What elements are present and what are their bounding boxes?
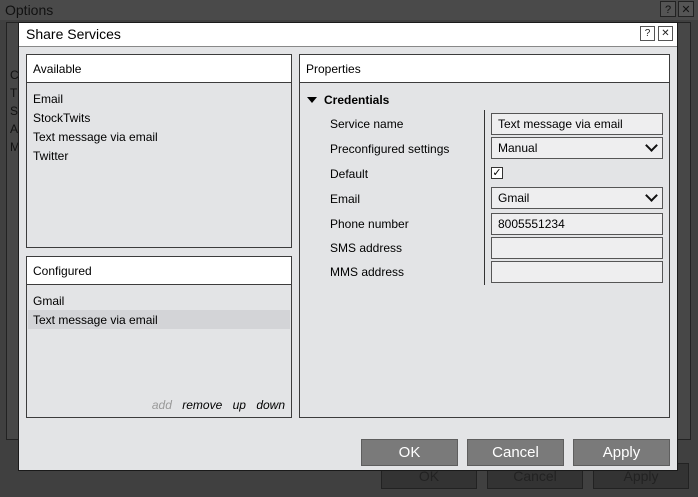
available-header-label: Available xyxy=(33,62,82,76)
configured-header-label: Configured xyxy=(33,264,92,278)
options-side-letter: A xyxy=(10,122,19,136)
list-item-stocktwits[interactable]: StockTwits xyxy=(33,111,90,125)
ok-button[interactable]: OK xyxy=(361,439,458,466)
properties-header-label: Properties xyxy=(306,62,361,76)
dialog-title: Share Services xyxy=(26,26,121,42)
configured-actions: add remove up down xyxy=(145,398,285,412)
configured-item-gmail[interactable]: Gmail xyxy=(33,294,64,308)
dialog-titlebar: Share Services ? ✕ xyxy=(19,23,677,47)
email-select[interactable]: Gmail xyxy=(491,187,663,209)
available-header: Available xyxy=(27,55,291,83)
credentials-section-title[interactable]: Credentials xyxy=(324,93,389,107)
chevron-down-icon xyxy=(645,189,658,202)
options-side-letter: S xyxy=(10,104,19,118)
apply-button[interactable]: Apply xyxy=(573,439,670,466)
properties-header: Properties xyxy=(300,55,669,83)
remove-link[interactable]: remove xyxy=(182,398,222,412)
preconfigured-value: Manual xyxy=(498,141,538,155)
email-value: Gmail xyxy=(498,191,530,205)
preconfigured-label: Preconfigured settings xyxy=(330,142,450,156)
configured-header: Configured xyxy=(27,257,291,285)
available-list: Available Email StockTwits Text message … xyxy=(26,54,292,248)
sms-address-input[interactable] xyxy=(491,237,663,259)
up-link[interactable]: up xyxy=(233,398,246,412)
phone-label: Phone number xyxy=(330,217,409,231)
sms-address-label: SMS address xyxy=(330,241,403,255)
property-divider xyxy=(484,110,485,285)
preconfigured-select[interactable]: Manual xyxy=(491,137,663,159)
list-item-email[interactable]: Email xyxy=(33,92,63,106)
help-icon[interactable]: ? xyxy=(640,26,655,41)
email-label: Email xyxy=(330,192,361,206)
service-name-input[interactable]: Text message via email xyxy=(491,113,663,135)
collapse-triangle-icon[interactable] xyxy=(307,97,317,103)
options-titlebar: Options ? ✕ xyxy=(0,0,698,20)
options-title: Options xyxy=(5,2,54,18)
chevron-down-icon xyxy=(645,139,658,152)
mms-address-label: MMS address xyxy=(330,265,405,279)
options-side-letter: T xyxy=(10,86,18,100)
cancel-button[interactable]: Cancel xyxy=(467,439,564,466)
list-item-text-message[interactable]: Text message via email xyxy=(33,130,158,144)
default-checkbox[interactable]: ✓ xyxy=(491,167,503,179)
configured-list: Configured Gmail Text message via email … xyxy=(26,256,292,418)
options-help-icon[interactable]: ? xyxy=(660,1,676,17)
phone-number-input[interactable]: 8005551234 xyxy=(491,213,663,235)
down-link[interactable]: down xyxy=(256,398,285,412)
list-item-twitter[interactable]: Twitter xyxy=(33,149,68,163)
default-label: Default xyxy=(330,167,369,181)
configured-item-text-message[interactable]: Text message via email xyxy=(33,313,158,327)
service-name-label: Service name xyxy=(330,117,404,131)
options-close-icon[interactable]: ✕ xyxy=(678,1,694,17)
properties-panel: Properties Credentials Service name Text… xyxy=(299,54,670,418)
mms-address-input[interactable] xyxy=(491,261,663,283)
add-link[interactable]: add xyxy=(152,398,172,412)
close-icon[interactable]: ✕ xyxy=(658,26,673,41)
share-services-dialog: Share Services ? ✕ Available Email Stock… xyxy=(18,22,678,471)
